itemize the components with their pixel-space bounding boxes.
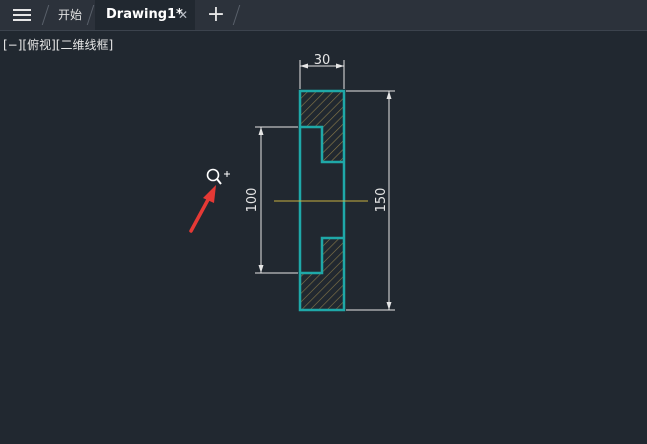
tab-drawing1-label: Drawing1* xyxy=(106,7,183,22)
drawing-canvas[interactable]: 30 100 150 xyxy=(0,31,647,444)
dimension-gap-text: 100 xyxy=(245,188,260,213)
zoom-in-cursor-icon xyxy=(206,168,230,185)
tab-separator xyxy=(232,5,241,25)
add-tab-button[interactable]: + xyxy=(205,3,227,27)
dimension-width-text: 30 xyxy=(314,53,331,68)
dimension-gap[interactable] xyxy=(255,126,298,274)
tab-bar: 开始 Drawing1* ✕ + xyxy=(0,0,647,31)
dimension-height-text: 150 xyxy=(374,188,389,213)
red-arrow-icon xyxy=(189,185,216,233)
tab-start[interactable]: 开始 xyxy=(52,0,88,30)
close-icon[interactable]: ✕ xyxy=(178,0,188,30)
hamburger-menu-icon[interactable] xyxy=(10,6,34,24)
tab-drawing1[interactable]: Drawing1* ✕ xyxy=(95,0,195,30)
tab-separator xyxy=(41,5,50,25)
